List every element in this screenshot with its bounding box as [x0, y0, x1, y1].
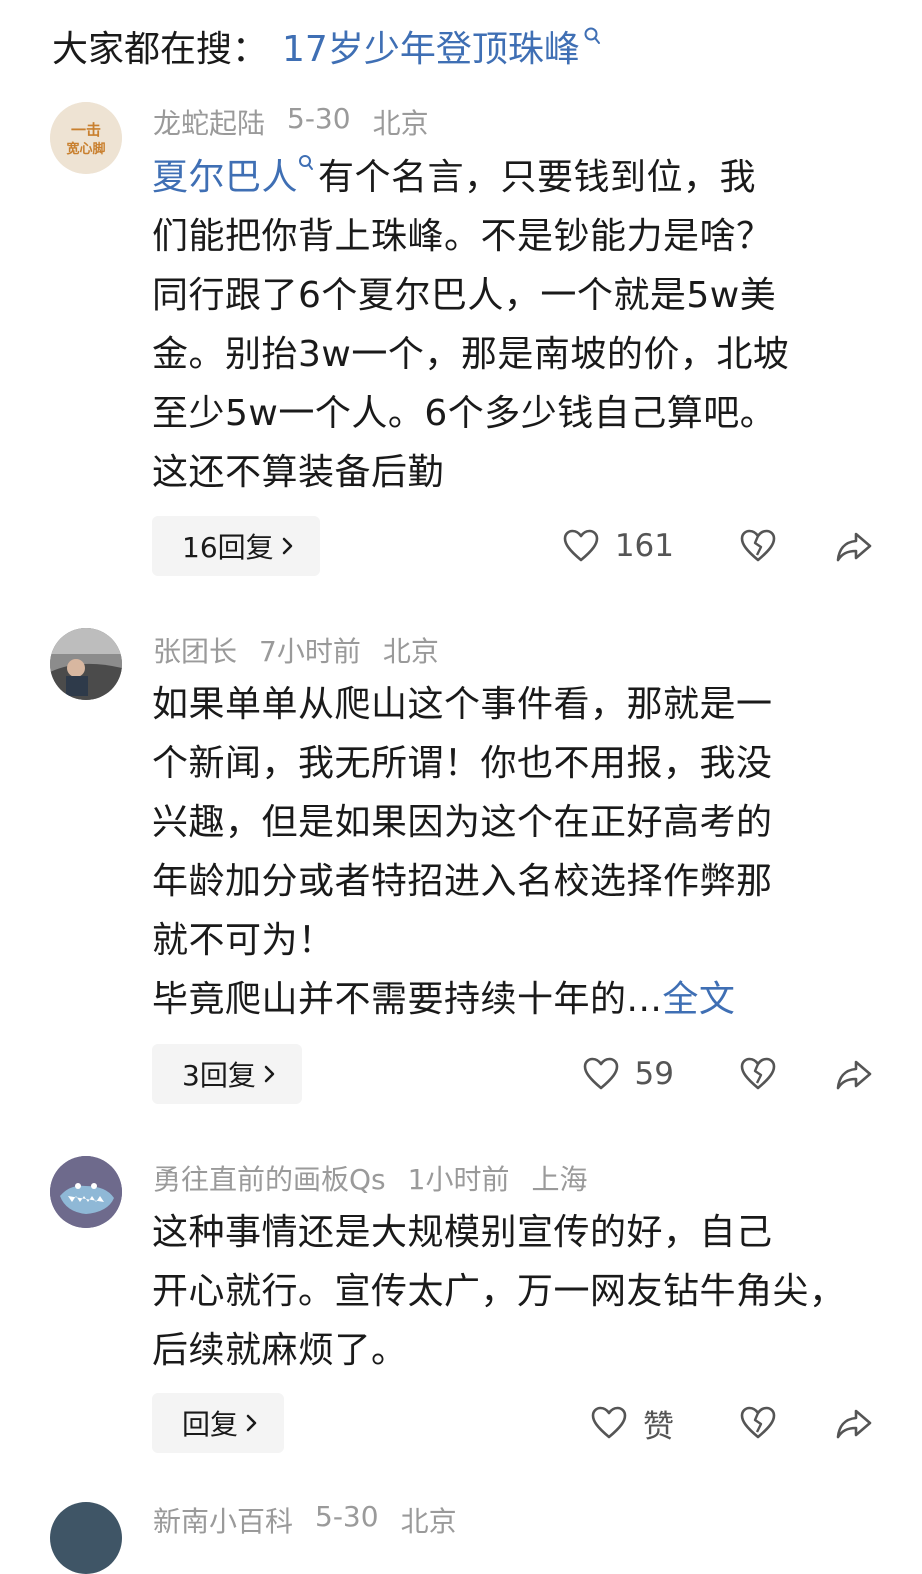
comment-location: 北京: [382, 635, 439, 668]
read-more-link[interactable]: 全文: [662, 979, 735, 1020]
trending-search-prefix: 大家都在搜：: [52, 29, 269, 70]
comment-line: 个新闻，我无所谓！你也不用报，我没: [152, 743, 773, 784]
search-icon: [299, 155, 314, 170]
comment-actions: 161: [561, 516, 874, 576]
like-button[interactable]: 59: [581, 1054, 674, 1094]
heart-icon: [583, 1057, 618, 1090]
like-count: 161: [614, 528, 674, 564]
avatar-logo-icon: 一击 宽心脚: [50, 102, 122, 174]
chevron-right-icon: [246, 1414, 257, 1432]
like-label: 赞: [643, 1408, 674, 1445]
comment-meta: 张团长 7小时前 北京: [153, 630, 439, 670]
like-count: 59: [634, 1056, 674, 1092]
trending-search-term[interactable]: 17岁少年登顶珠峰: [282, 20, 580, 72]
comment-line: 这种事情还是大规模别宣传的好，自己: [152, 1212, 773, 1253]
avatar[interactable]: [50, 628, 122, 700]
comment-time: 5-30: [287, 102, 351, 135]
comment-location: 北京: [372, 107, 429, 140]
broken-heart-icon[interactable]: [738, 1403, 778, 1443]
comment-line: 金。别抬3w一个，那是南坡的价，北坡: [152, 334, 790, 375]
comment-line: 毕竟爬山并不需要持续十年的...: [152, 979, 663, 1020]
comment-actions: 59: [581, 1044, 874, 1104]
broken-heart-icon[interactable]: [738, 526, 778, 566]
share-icon[interactable]: [834, 1403, 874, 1443]
comment-text: 如果单单从爬山这个事件看，那就是一 个新闻，我无所谓！你也不用报，我没 兴趣，但…: [152, 675, 887, 1029]
comment-time: 1小时前: [407, 1163, 510, 1196]
replies-button[interactable]: 16回复: [152, 516, 320, 576]
comment-actions: 赞: [589, 1393, 874, 1453]
share-icon[interactable]: [834, 1054, 874, 1094]
replies-button[interactable]: 3回复: [152, 1044, 302, 1104]
avatar-monster-icon: [50, 1156, 122, 1228]
comment-meta: 勇往直前的画板Qs 1小时前 上海: [153, 1158, 587, 1198]
chevron-right-icon: [264, 1065, 275, 1083]
replies-label: 16回复: [182, 531, 274, 564]
comment-line: 兴趣，但是如果因为这个在正好高考的: [152, 802, 773, 843]
comment-meta: 龙蛇起陆 5-30 北京: [153, 102, 429, 142]
replies-label: 回复: [182, 1408, 239, 1441]
username[interactable]: 勇往直前的画板Qs: [153, 1158, 386, 1198]
comment-time: 7小时前: [259, 635, 361, 668]
comment-line: 年龄加分或者特招进入名校选择作弊那: [152, 861, 773, 902]
heart-icon: [563, 529, 599, 562]
comment-time: 5-30: [315, 1500, 379, 1533]
comment-line: 至少5w一个人。6个多少钱自己算吧。: [152, 393, 777, 434]
comment-text: 这种事情还是大规模别宣传的好，自己 开心就行。宣传太广，万一网友钻牛角尖， 后续…: [152, 1203, 887, 1380]
search-icon: [584, 27, 600, 44]
like-button[interactable]: 赞: [589, 1401, 674, 1446]
username[interactable]: 龙蛇起陆: [153, 102, 265, 142]
username[interactable]: 张团长: [153, 630, 237, 670]
comment-meta: 新南小百科 5-30 北京: [153, 1500, 457, 1540]
comment-line: 同行跟了6个夏尔巴人，一个就是5w美: [152, 275, 777, 316]
comment-line: 如果单单从爬山这个事件看，那就是一: [152, 684, 773, 725]
heart-icon: [591, 1406, 627, 1439]
avatar-photo-icon: [50, 628, 122, 700]
comment-line: 们能把你背上珠峰。不是钞能力是啥？: [152, 216, 773, 257]
like-button[interactable]: 161: [561, 526, 674, 566]
avatar[interactable]: [50, 1156, 122, 1228]
comment-line: 就不可为！: [152, 920, 335, 961]
chevron-right-icon: [282, 537, 292, 555]
comment-location: 北京: [400, 1505, 457, 1538]
avatar[interactable]: [50, 1502, 122, 1574]
comment-line: 有个名言，只要钱到位，我: [318, 157, 757, 198]
comment-location: 上海: [531, 1163, 588, 1196]
replies-button[interactable]: 回复: [152, 1393, 285, 1453]
comment-line: 开心就行。宣传太广，万一网友钻牛角尖，: [152, 1271, 846, 1312]
avatar[interactable]: 一击 宽心脚: [50, 102, 122, 174]
replies-label: 3回复: [182, 1059, 256, 1092]
comment-line: 后续就麻烦了。: [152, 1330, 408, 1371]
topic-link[interactable]: 夏尔巴人: [152, 157, 298, 198]
share-icon[interactable]: [834, 526, 874, 566]
comment-line: 这还不算装备后勤: [152, 452, 445, 493]
comment-text: 夏尔巴人 有个名言，只要钱到位，我 们能把你背上珠峰。不是钞能力是啥？ 同行跟了6…: [152, 148, 887, 502]
svg-text:宽心脚: 宽心脚: [65, 141, 105, 157]
broken-heart-icon[interactable]: [738, 1054, 778, 1094]
trending-search-bar: 大家都在搜： 17岁少年登顶珠峰: [52, 18, 601, 74]
username[interactable]: 新南小百科: [153, 1500, 293, 1540]
svg-text:一击: 一击: [71, 121, 101, 139]
